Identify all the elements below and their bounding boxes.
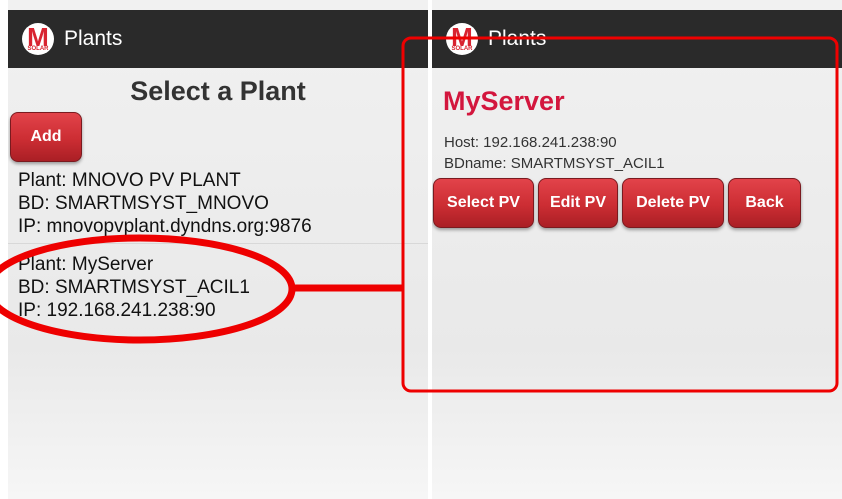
- plant-bd: BD: SMARTMSYST_MNOVO: [18, 193, 269, 214]
- plant-ip: IP: 192.168.241.238:90: [18, 300, 216, 321]
- app-logo-icon[interactable]: M SOLAR: [446, 23, 478, 55]
- app-logo-icon[interactable]: M SOLAR: [22, 23, 54, 55]
- plant-name: Plant: MyServer: [18, 254, 154, 275]
- delete-pv-button[interactable]: Delete PV: [622, 178, 724, 228]
- back-button[interactable]: Back: [728, 178, 801, 228]
- logo-subtext: SOLAR: [22, 46, 54, 53]
- page-title: Select a Plant: [130, 76, 306, 106]
- action-bar-title: Plants: [64, 27, 123, 50]
- screens-divider: [428, 0, 432, 499]
- edit-pv-button[interactable]: Edit PV: [538, 178, 618, 228]
- list-item[interactable]: Plant: MNOVO PV PLANT BD: SMARTMSYST_MNO…: [18, 169, 312, 238]
- list-divider: [8, 243, 428, 244]
- action-bar-title: Plants: [488, 27, 547, 50]
- list-item[interactable]: Plant: MyServer BD: SMARTMSYST_ACIL1 IP:…: [18, 253, 250, 322]
- action-bar: M SOLAR Plants: [432, 10, 842, 68]
- plant-name: Plant: MNOVO PV PLANT: [18, 170, 241, 191]
- action-bar: M SOLAR Plants: [8, 10, 428, 68]
- select-pv-button[interactable]: Select PV: [433, 178, 534, 228]
- bdname-label: BDname: SMARTMSYST_ACIL1: [444, 155, 665, 172]
- logo-subtext: SOLAR: [446, 46, 478, 53]
- plant-bd: BD: SMARTMSYST_ACIL1: [18, 277, 250, 298]
- add-button[interactable]: Add: [10, 112, 82, 162]
- plant-ip: IP: mnovopvplant.dyndns.org:9876: [18, 216, 312, 237]
- plant-list-screen: M SOLAR Plants Select a Plant Add Plant:…: [8, 0, 428, 499]
- host-label: Host: 192.168.241.238:90: [444, 134, 617, 151]
- server-name: MyServer: [443, 86, 565, 116]
- plant-detail-screen: M SOLAR Plants MyServer Host: 192.168.24…: [432, 0, 842, 499]
